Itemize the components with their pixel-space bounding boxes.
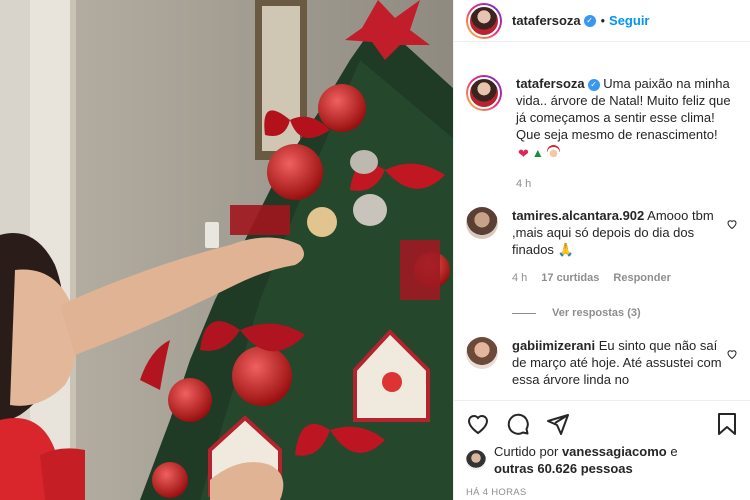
christmas-tree-photo: [0, 0, 453, 500]
post-side-panel: tatafersoza ✓ • Seguir tatafersoza ✓ Uma …: [453, 0, 750, 500]
like-heart-icon[interactable]: [466, 412, 490, 436]
folded-hands-emoji-icon: 🙏: [557, 242, 574, 257]
christmas-tree-emoji-icon: ▲: [531, 146, 544, 160]
post-actions: Curtido por vanessagiacomo e outras 60.6…: [454, 400, 750, 500]
reply-button[interactable]: Responder: [613, 270, 670, 287]
save-bookmark-icon[interactable]: [716, 412, 738, 436]
comment-likes-count[interactable]: 17 curtidas: [541, 270, 599, 287]
caption-time: 4 h: [516, 178, 532, 190]
commenter-avatar[interactable]: [466, 207, 498, 239]
follow-button[interactable]: Seguir: [609, 13, 649, 28]
post-caption: tatafersoza ✓ Uma paixão na minha vida.. …: [466, 43, 738, 193]
author-avatar[interactable]: [466, 2, 502, 39]
action-bar: [466, 401, 738, 447]
comment-like-heart-icon[interactable]: [726, 348, 738, 360]
verified-badge-icon: ✓: [587, 79, 600, 91]
likes-connector: e: [670, 444, 678, 459]
replies-line: [512, 312, 536, 314]
separator-dot: •: [600, 13, 606, 28]
post-header: tatafersoza ✓ • Seguir: [454, 0, 750, 42]
commenter-avatar[interactable]: [466, 337, 498, 369]
comment-item: gabiimizerani Eu sinto que não saí de ma…: [466, 337, 738, 388]
comment-like-heart-icon[interactable]: [726, 218, 738, 230]
liker-username[interactable]: vanessagiacomo: [562, 444, 667, 459]
likes-prefix: Curtido por: [494, 444, 559, 459]
verified-badge-icon: ✓: [583, 14, 596, 27]
caption-emojis: ❤ ▲: [518, 145, 560, 162]
likes-others-count[interactable]: outras 60.626 pessoas: [494, 461, 633, 476]
view-replies-button[interactable]: Ver respostas (3): [512, 307, 738, 319]
comment-time: 4 h: [512, 272, 528, 284]
commenter-username[interactable]: gabiimizerani: [512, 338, 595, 353]
comment-bubble-icon[interactable]: [506, 412, 530, 436]
heart-emoji-icon: ❤: [518, 146, 529, 161]
instagram-post: tatafersoza ✓ • Seguir tatafersoza ✓ Uma …: [0, 0, 750, 500]
author-username[interactable]: tatafersoza: [512, 13, 581, 28]
caption-username[interactable]: tatafersoza: [516, 76, 585, 91]
commenter-username[interactable]: tamires.alcantara.902: [512, 208, 644, 223]
share-paper-plane-icon[interactable]: [546, 412, 570, 436]
likes-summary: Curtido por vanessagiacomo e outras 60.6…: [466, 443, 738, 477]
caption-author-avatar[interactable]: [466, 75, 502, 111]
santa-emoji-icon: [546, 145, 560, 158]
liker-avatar[interactable]: [466, 450, 486, 470]
post-timestamp[interactable]: HÁ 4 HORAS: [466, 487, 738, 498]
post-photo[interactable]: [0, 0, 453, 500]
comments-list[interactable]: tatafersoza ✓ Uma paixão na minha vida.. …: [454, 43, 750, 399]
comment-item: tamires.alcantara.902 Amooo tbm ,mais aq…: [466, 207, 738, 287]
view-replies-label: Ver respostas (3): [552, 307, 641, 319]
